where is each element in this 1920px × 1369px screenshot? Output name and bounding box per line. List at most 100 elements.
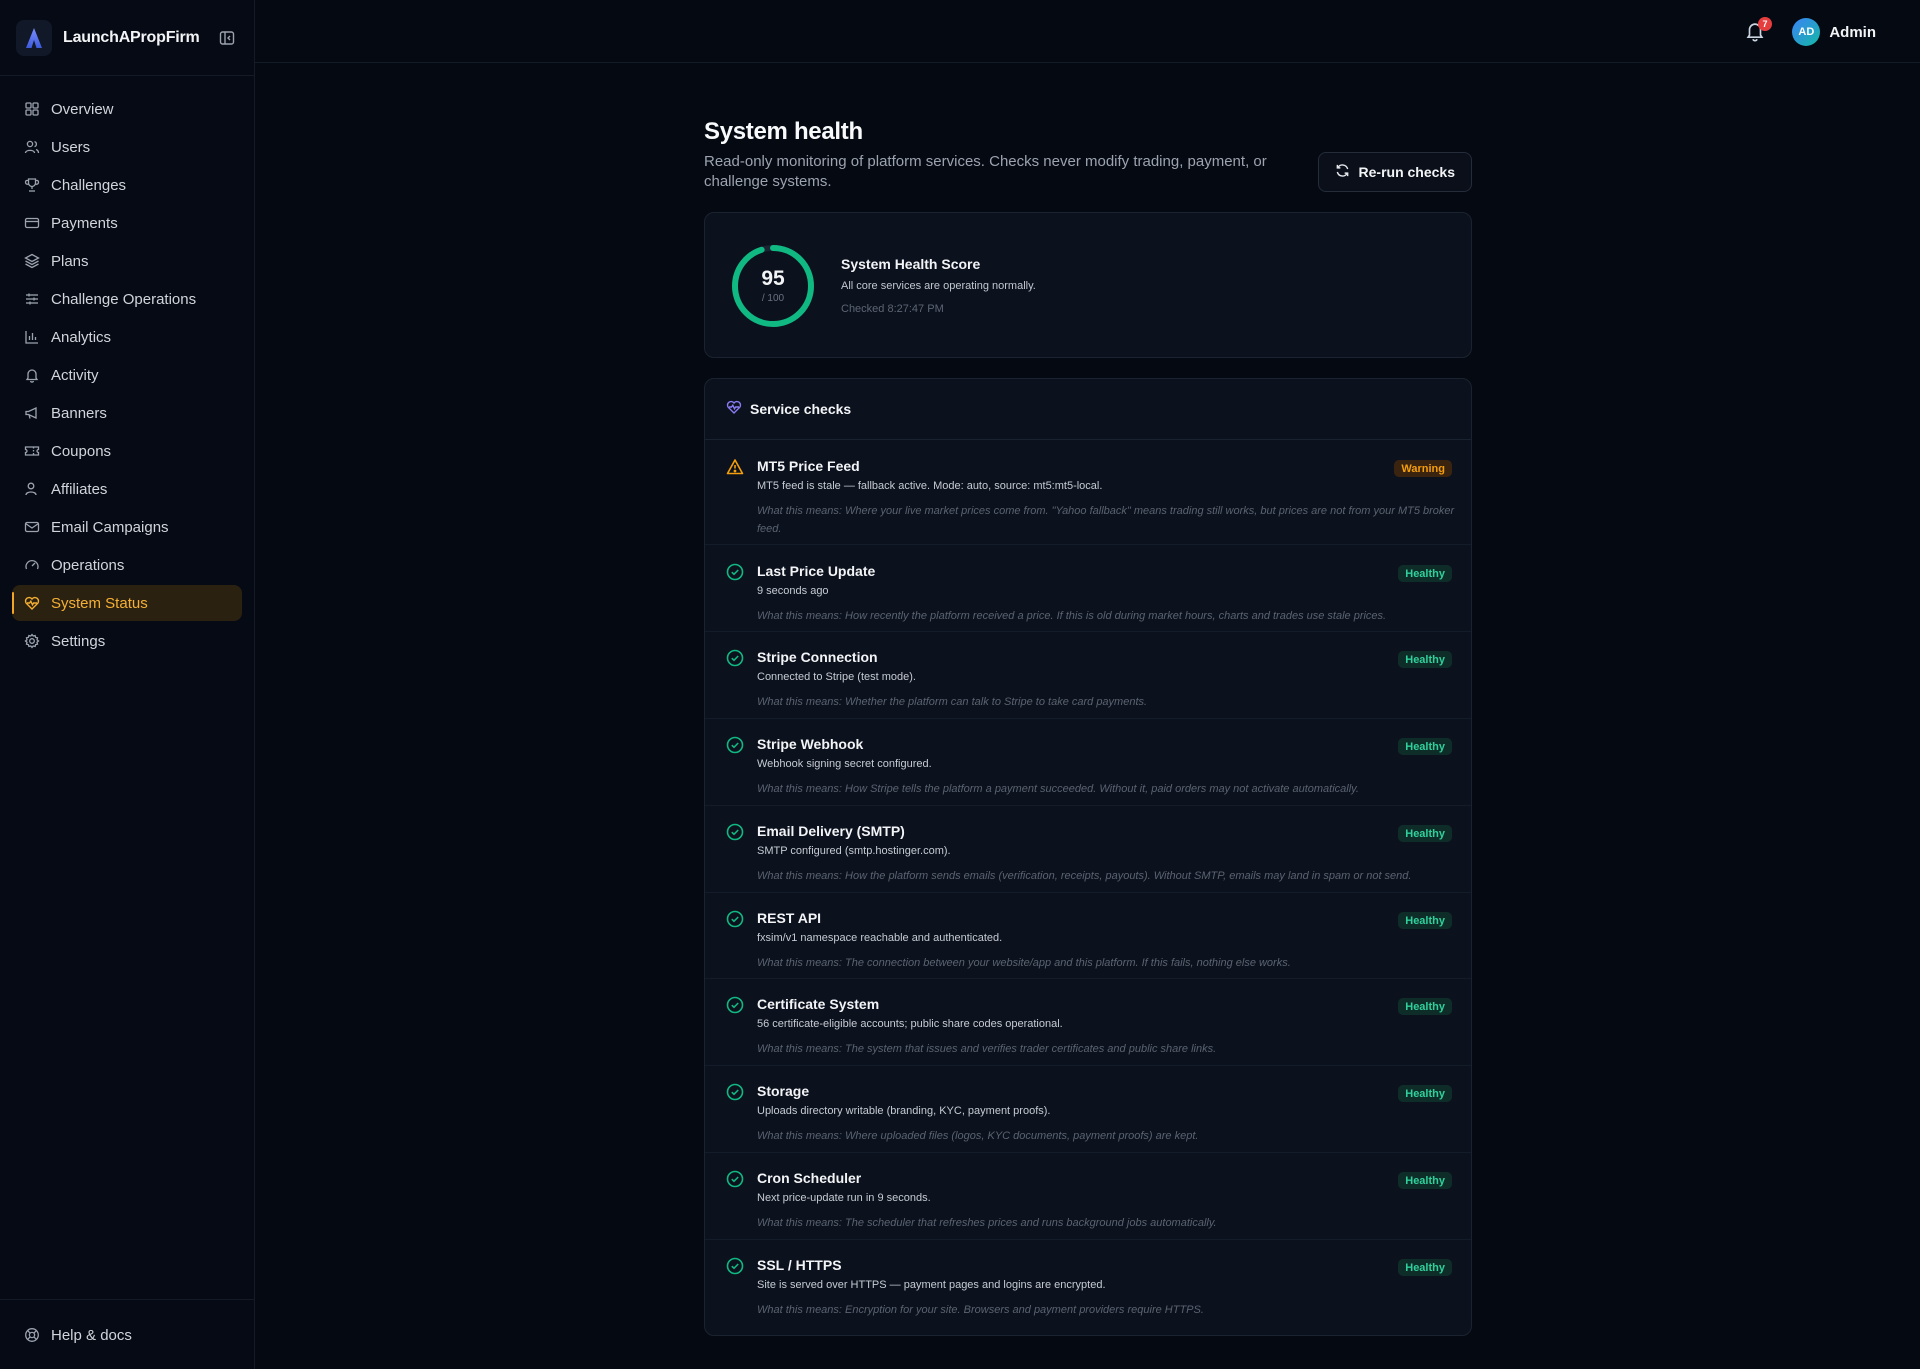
- sidebar-item-settings[interactable]: Settings: [12, 623, 242, 659]
- status-badge: Healthy: [1398, 998, 1452, 1015]
- mail-icon: [24, 519, 40, 535]
- credit-card-icon: [24, 215, 40, 231]
- check-row-mt5-price-feed: MT5 Price Feed MT5 feed is stale — fallb…: [705, 441, 1471, 545]
- sidebar-item-label: Operations: [51, 556, 125, 574]
- warning-icon: [726, 458, 744, 476]
- status-badge: Warning: [1394, 460, 1452, 477]
- check-row-storage: Storage Uploads directory writable (bran…: [705, 1066, 1471, 1153]
- bar-chart-icon: [24, 329, 40, 345]
- status-badge: Healthy: [1398, 1085, 1452, 1102]
- service-checks-title: Service checks: [750, 401, 852, 417]
- sidebar-item-label: Activity: [51, 366, 99, 384]
- check-detail: MT5 feed is stale — fallback active. Mod…: [757, 480, 1103, 492]
- topbar: 7 AD Admin: [255, 0, 1920, 63]
- check-name: SSL / HTTPS: [757, 1257, 842, 1273]
- lifebuoy-icon: [24, 1327, 40, 1343]
- user-icon: [24, 481, 40, 497]
- status-badge: Healthy: [1398, 651, 1452, 668]
- sidebar-item-analytics[interactable]: Analytics: [12, 319, 242, 355]
- check-circle-icon: [726, 649, 744, 667]
- sidebar-item-banners[interactable]: Banners: [12, 395, 242, 431]
- check-name: Stripe Webhook: [757, 736, 864, 752]
- check-row-stripe-connection: Stripe Connection Connected to Stripe (t…: [705, 632, 1471, 719]
- sidebar-item-overview[interactable]: Overview: [12, 91, 242, 127]
- health-score-checked-time: Checked 8:27:47 PM: [841, 303, 944, 315]
- check-detail: 9 seconds ago: [757, 585, 829, 597]
- health-score-gauge: 95 / 100: [730, 243, 816, 329]
- brand-logo[interactable]: [16, 19, 52, 56]
- check-help: What this means: Where uploaded files (l…: [757, 1130, 1199, 1142]
- sidebar-item-label: Challenges: [51, 176, 127, 194]
- check-detail: fxsim/v1 namespace reachable and authent…: [757, 932, 1003, 944]
- check-circle-icon: [726, 823, 744, 841]
- sidebar-item-label: Email Campaigns: [51, 518, 169, 536]
- sidebar-item-label: Analytics: [51, 328, 112, 346]
- users-icon: [24, 139, 40, 155]
- check-detail: Uploads directory writable (branding, KY…: [757, 1105, 1051, 1117]
- sidebar: LaunchAPropFirm Overview Users Challenge…: [0, 0, 255, 1369]
- sidebar-item-users[interactable]: Users: [12, 129, 242, 165]
- sidebar-item-label: System Status: [51, 594, 148, 612]
- check-detail: Site is served over HTTPS — payment page…: [757, 1279, 1106, 1291]
- check-row-cron-scheduler: Cron Scheduler Next price-update run in …: [705, 1153, 1471, 1240]
- check-row-ssl-https: SSL / HTTPS Site is served over HTTPS — …: [705, 1240, 1471, 1336]
- brand: LaunchAPropFirm: [0, 0, 254, 76]
- status-badge: Healthy: [1398, 825, 1452, 842]
- notification-count-badge: 7: [1758, 17, 1772, 31]
- heart-pulse-icon: [726, 399, 742, 420]
- check-name: Stripe Connection: [757, 649, 878, 665]
- sidebar-item-affiliates[interactable]: Affiliates: [12, 471, 242, 507]
- refresh-icon: [1335, 163, 1359, 181]
- avatar: AD: [1792, 18, 1821, 46]
- check-circle-icon: [726, 1170, 744, 1188]
- sidebar-item-label: Users: [51, 138, 91, 156]
- check-help: What this means: The connection between …: [757, 957, 1291, 969]
- sidebar-item-email-campaigns[interactable]: Email Campaigns: [12, 509, 242, 545]
- trophy-icon: [24, 177, 40, 193]
- check-detail: Next price-update run in 9 seconds.: [757, 1192, 931, 1204]
- brand-name: LaunchAPropFirm: [63, 28, 200, 46]
- sidebar-item-label: Payments: [51, 214, 118, 232]
- service-checks-card: Service checks MT5 Price Feed MT5 feed i…: [704, 378, 1472, 1336]
- rerun-checks-label: Re-run checks: [1358, 164, 1455, 180]
- sidebar-item-challenges[interactable]: Challenges: [12, 167, 242, 203]
- check-row-certificate-system: Certificate System 56 certificate-eligib…: [705, 979, 1471, 1066]
- sliders-icon: [24, 291, 40, 307]
- health-score-title: System Health Score: [841, 256, 981, 272]
- notifications-button[interactable]: 7: [1744, 17, 1772, 42]
- sidebar-item-payments[interactable]: Payments: [12, 205, 242, 241]
- health-score-value: 95: [761, 267, 785, 290]
- sidebar-item-label: Plans: [51, 252, 89, 270]
- check-detail: Webhook signing secret configured.: [757, 758, 932, 770]
- collapse-sidebar-icon[interactable]: [216, 27, 238, 49]
- sidebar-item-system-status[interactable]: System Status: [12, 585, 242, 621]
- check-help: What this means: How recently the platfo…: [757, 610, 1387, 622]
- check-detail: SMTP configured (smtp.hostinger.com).: [757, 845, 951, 857]
- grid-icon: [24, 101, 40, 117]
- check-name: MT5 Price Feed: [757, 458, 860, 474]
- sidebar-item-challenge-operations[interactable]: Challenge Operations: [12, 281, 242, 317]
- gear-icon: [24, 633, 40, 649]
- user-name: Admin: [1829, 23, 1876, 41]
- check-name: Certificate System: [757, 996, 880, 1012]
- health-score-card: 95 / 100 System Health Score All core se…: [704, 212, 1472, 358]
- check-help: What this means: How the platform sends …: [757, 870, 1412, 882]
- check-row-stripe-webhook: Stripe Webhook Webhook signing secret co…: [705, 719, 1471, 806]
- health-score-max: / 100: [761, 293, 785, 304]
- help-docs-link[interactable]: Help & docs: [12, 1317, 242, 1353]
- health-score-description: All core services are operating normally…: [841, 280, 1036, 292]
- sidebar-item-label: Settings: [51, 632, 106, 650]
- sidebar-item-coupons[interactable]: Coupons: [12, 433, 242, 469]
- user-menu[interactable]: AD Admin: [1792, 18, 1876, 46]
- sidebar-item-label: Affiliates: [51, 480, 108, 498]
- rerun-checks-button[interactable]: Re-run checks: [1317, 152, 1472, 192]
- check-help: What this means: Encryption for your sit…: [757, 1304, 1204, 1316]
- check-circle-icon: [726, 1083, 744, 1101]
- sidebar-item-plans[interactable]: Plans: [12, 243, 242, 279]
- sidebar-nav: Overview Users Challenges Payments Plans: [0, 76, 254, 659]
- sidebar-item-activity[interactable]: Activity: [12, 357, 242, 393]
- sidebar-item-label: Overview: [51, 100, 114, 118]
- sidebar-item-operations[interactable]: Operations: [12, 547, 242, 583]
- status-badge: Healthy: [1398, 1172, 1452, 1189]
- status-badge: Healthy: [1398, 565, 1452, 582]
